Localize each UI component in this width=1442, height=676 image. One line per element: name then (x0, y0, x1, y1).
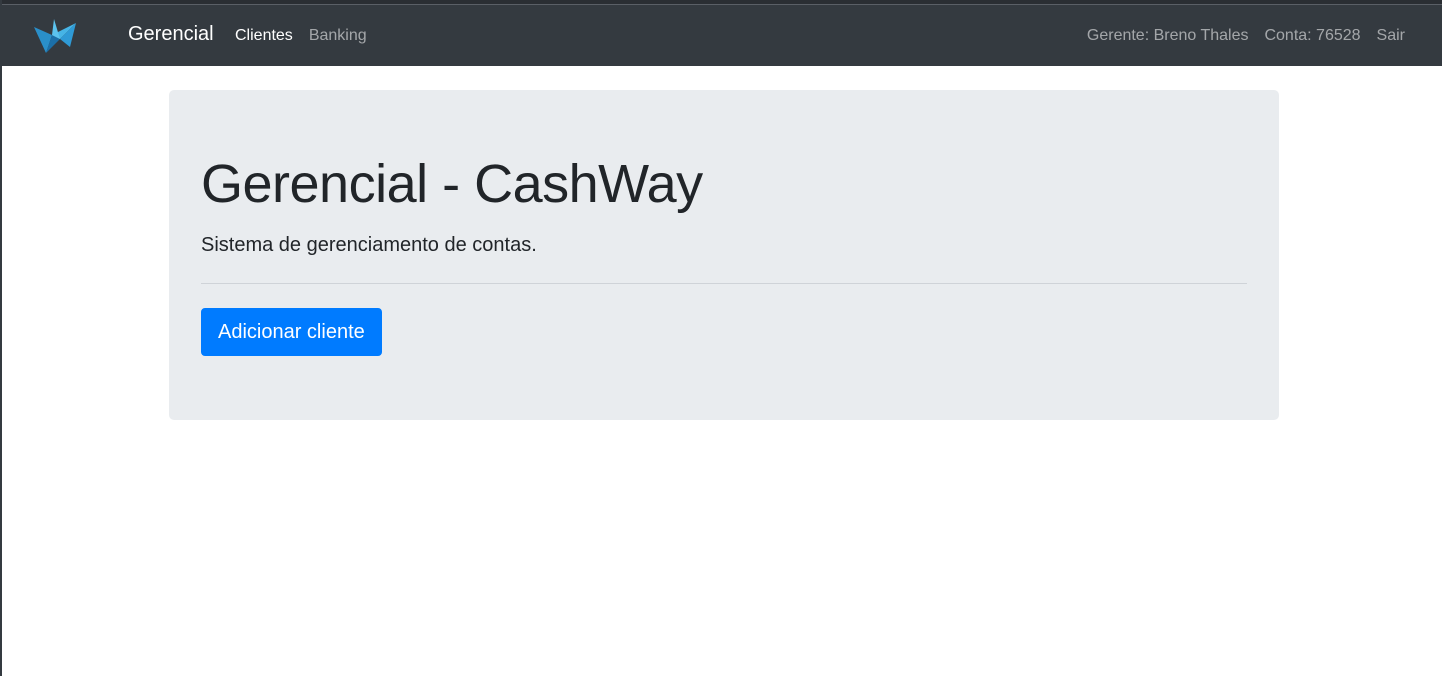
user-nav: Gerente: Breno Thales Conta: 76528 Sair (1087, 26, 1405, 46)
account-number: Conta: 76528 (1264, 27, 1361, 44)
manager-name: Gerente: Breno Thales (1086, 27, 1249, 44)
jumbotron: Gerencial - CashWay Sistema de gerenciam… (169, 90, 1279, 420)
nav-link-clientes[interactable]: Clientes (235, 26, 293, 46)
top-navbar: Gerencial Clientes Banking Gerente: Bren… (2, 5, 1442, 66)
nav-link-banking[interactable]: Banking (309, 26, 367, 46)
primary-nav: Clientes Banking (235, 26, 367, 46)
paper-plane-logo-icon[interactable] (32, 17, 78, 55)
page-title: Gerencial - CashWay (201, 154, 703, 214)
divider (201, 283, 1247, 284)
logout-link[interactable]: Sair (1377, 26, 1405, 46)
page-subtitle: Sistema de gerenciamento de contas. (201, 234, 537, 256)
add-client-button[interactable]: Adicionar cliente (201, 308, 382, 356)
page: Gerencial Clientes Banking Gerente: Bren… (0, 0, 1442, 676)
brand-link[interactable]: Gerencial (128, 22, 214, 46)
